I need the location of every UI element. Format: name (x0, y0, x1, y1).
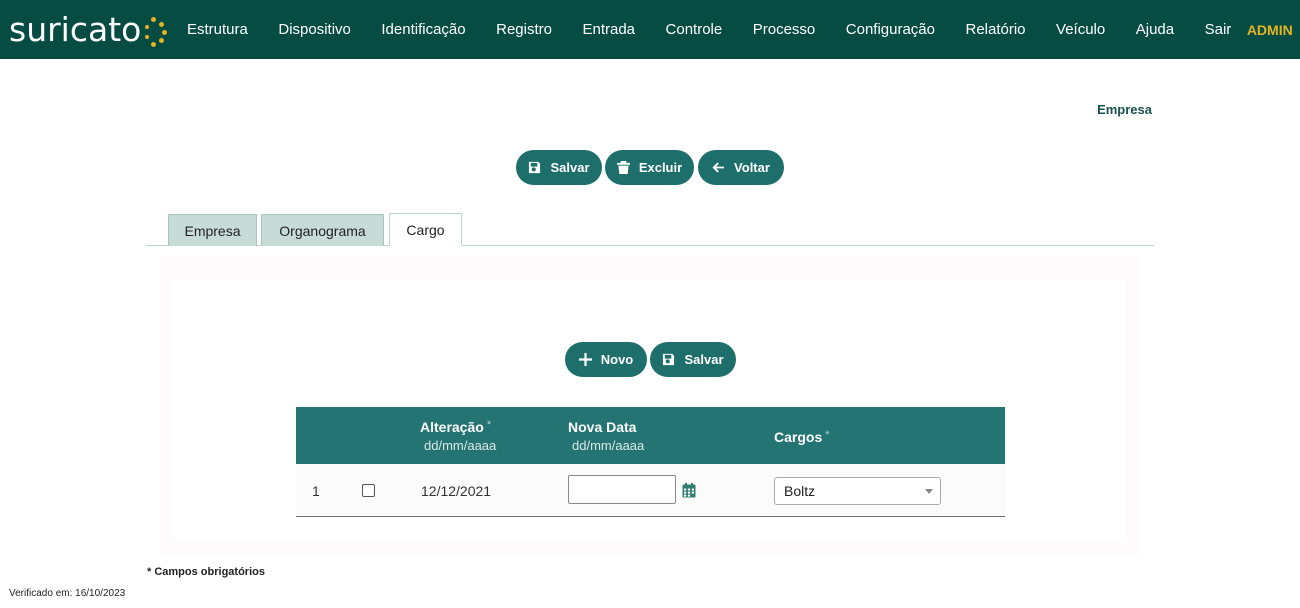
tab-bar: Empresa Organograma Cargo (146, 213, 1154, 246)
nav-identificacao[interactable]: Identificação (381, 21, 465, 38)
nav-entrada[interactable]: Entrada (582, 21, 635, 38)
nav-sair[interactable]: Sair (1205, 21, 1232, 38)
main-nav: Estrutura Dispositivo Identificação Regi… (187, 0, 1293, 59)
col-nova-data-format: dd/mm/aaaa (572, 438, 645, 453)
cargo-select[interactable]: Boltz (774, 477, 941, 505)
arrow-left-icon (712, 162, 725, 173)
save-button-label: Salvar (550, 160, 590, 175)
cargo-save-button[interactable]: Salvar (650, 342, 736, 377)
nova-data-input[interactable] (568, 475, 676, 504)
tab-empresa[interactable]: Empresa (168, 214, 257, 246)
nav-veiculo[interactable]: Veículo (1056, 21, 1105, 38)
cargo-save-button-label: Salvar (684, 352, 724, 367)
col-nova-data: Nova Data dd/mm/aaaa (568, 419, 644, 453)
table-header: Alteração * dd/mm/aaaa Nova Data dd/mm/aa… (296, 407, 1005, 464)
row-index: 1 (312, 483, 320, 499)
row-alteracao-date: 12/12/2021 (421, 483, 492, 499)
cargo-select-value: Boltz (784, 483, 816, 499)
table-row: 1 12/12/2021 Boltz (296, 464, 1005, 517)
back-button[interactable]: Voltar (698, 150, 784, 185)
caret-down-icon (925, 489, 933, 494)
nav-dispositivo[interactable]: Dispositivo (278, 21, 351, 38)
top-navbar: suricato Estrutura Dispositivo Identific… (0, 0, 1300, 59)
row-checkbox[interactable] (362, 484, 375, 497)
calendar-icon[interactable] (682, 483, 696, 501)
required-marker: * (825, 429, 830, 441)
tab-cargo[interactable]: Cargo (389, 213, 462, 246)
required-fields-note: * Campos obrigatórios (147, 566, 265, 578)
new-button[interactable]: Novo (565, 342, 647, 377)
back-button-label: Voltar (734, 160, 770, 175)
nav-processo[interactable]: Processo (753, 21, 816, 38)
nav-controle[interactable]: Controle (666, 21, 723, 38)
delete-button-label: Excluir (638, 160, 683, 175)
logo-dots-icon (142, 11, 168, 47)
trash-icon (616, 161, 630, 174)
suricato-logo[interactable]: suricato (9, 8, 168, 50)
floppy-disk-icon (663, 353, 675, 366)
verified-date: Verificado em: 16/10/2023 (9, 588, 126, 599)
nav-registro[interactable]: Registro (496, 21, 552, 38)
nav-configuracao[interactable]: Configuração (846, 21, 935, 38)
col-alteracao-label: Alteração (420, 419, 484, 435)
plus-icon (578, 353, 592, 366)
col-nova-data-label: Nova Data (568, 419, 637, 435)
col-alteracao: Alteração * dd/mm/aaaa (420, 419, 496, 453)
page-title: Empresa (1097, 102, 1152, 117)
floppy-disk-icon (529, 161, 541, 174)
col-alteracao-format: dd/mm/aaaa (424, 438, 497, 453)
cargo-table: Alteração * dd/mm/aaaa Nova Data dd/mm/aa… (296, 407, 1005, 517)
user-admin-label[interactable]: ADMIN (1247, 22, 1293, 38)
col-cargos: Cargos * (774, 429, 830, 447)
save-button[interactable]: Salvar (516, 150, 602, 185)
nav-relatorio[interactable]: Relatório (966, 21, 1026, 38)
delete-button[interactable]: Excluir (605, 150, 694, 185)
col-cargos-label: Cargos (774, 429, 823, 445)
nav-estrutura[interactable]: Estrutura (187, 21, 248, 38)
logo-text: suricato (9, 9, 142, 49)
tab-organograma[interactable]: Organograma (261, 214, 384, 246)
required-marker: * (486, 419, 492, 431)
new-button-label: Novo (600, 352, 634, 367)
nav-ajuda[interactable]: Ajuda (1136, 21, 1174, 38)
